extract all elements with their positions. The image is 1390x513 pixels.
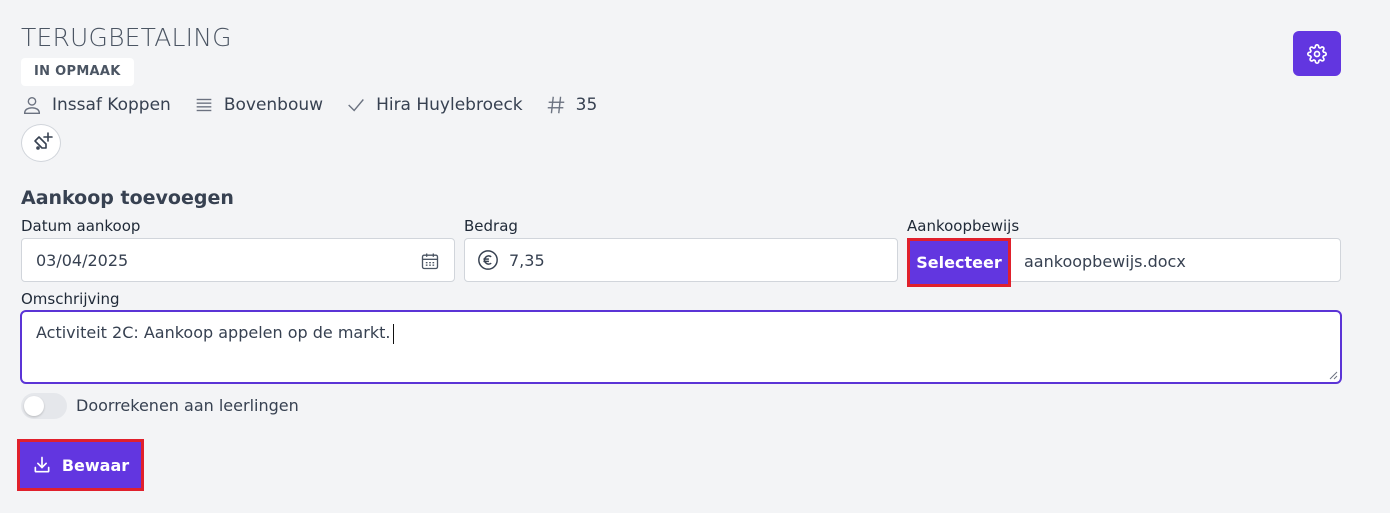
gear-icon [1307,43,1327,64]
hash-icon [547,96,564,114]
select-file-button[interactable]: Selecteer [907,238,1011,287]
date-value: 03/04/2025 [36,250,129,270]
check-icon [348,99,364,112]
download-icon [34,456,50,473]
description-value: Activiteit 2C: Aankoop appelen op de mar… [36,323,391,342]
meta-person-label: Inssaf Koppen [52,95,171,115]
text-caret [393,323,395,344]
add-tag-button[interactable] [21,124,61,162]
list-icon [196,98,212,112]
meta-approver-label: Hira Huylebroeck [376,95,523,115]
date-field[interactable]: 03/04/2025 [21,238,455,282]
amount-label: Bedrag [464,217,518,235]
file-name: aankoopbewijs.docx [1024,252,1186,271]
toggle-knob [24,396,44,416]
meta-person: Inssaf Koppen [21,94,171,116]
date-label: Datum aankoop [21,217,141,235]
settings-button[interactable] [1293,31,1341,76]
meta-row: Inssaf Koppen Bovenbouw Hira Huylebroeck… [21,92,619,118]
meta-approver: Hira Huylebroeck [345,94,523,116]
description-textarea[interactable]: Activiteit 2C: Aankoop appelen op de mar… [20,310,1342,384]
page-title: TERUGBETALING [21,23,232,52]
description-label: Omschrijving [21,290,120,308]
tag-add-icon [34,132,53,150]
meta-number: 35 [545,94,598,116]
meta-group: Bovenbouw [193,94,323,116]
save-label: Bewaar [61,455,130,475]
status-badge: IN OPMAAK [21,58,134,86]
charge-students-label: Doorrekenen aan leerlingen [76,396,299,415]
save-button[interactable]: Bewaar [17,439,144,491]
euro-icon [478,250,498,270]
proof-label: Aankoopbewijs [907,217,1020,235]
amount-field[interactable]: 7,35 [464,238,898,282]
resize-handle-icon[interactable] [1328,370,1338,380]
section-title: Aankoop toevoegen [21,187,234,209]
amount-value: 7,35 [509,250,545,270]
charge-students-toggle[interactable] [21,393,67,419]
meta-group-label: Bovenbouw [223,95,324,115]
user-icon [23,96,41,114]
calendar-icon[interactable] [420,251,440,271]
meta-number-label: 35 [575,95,598,115]
